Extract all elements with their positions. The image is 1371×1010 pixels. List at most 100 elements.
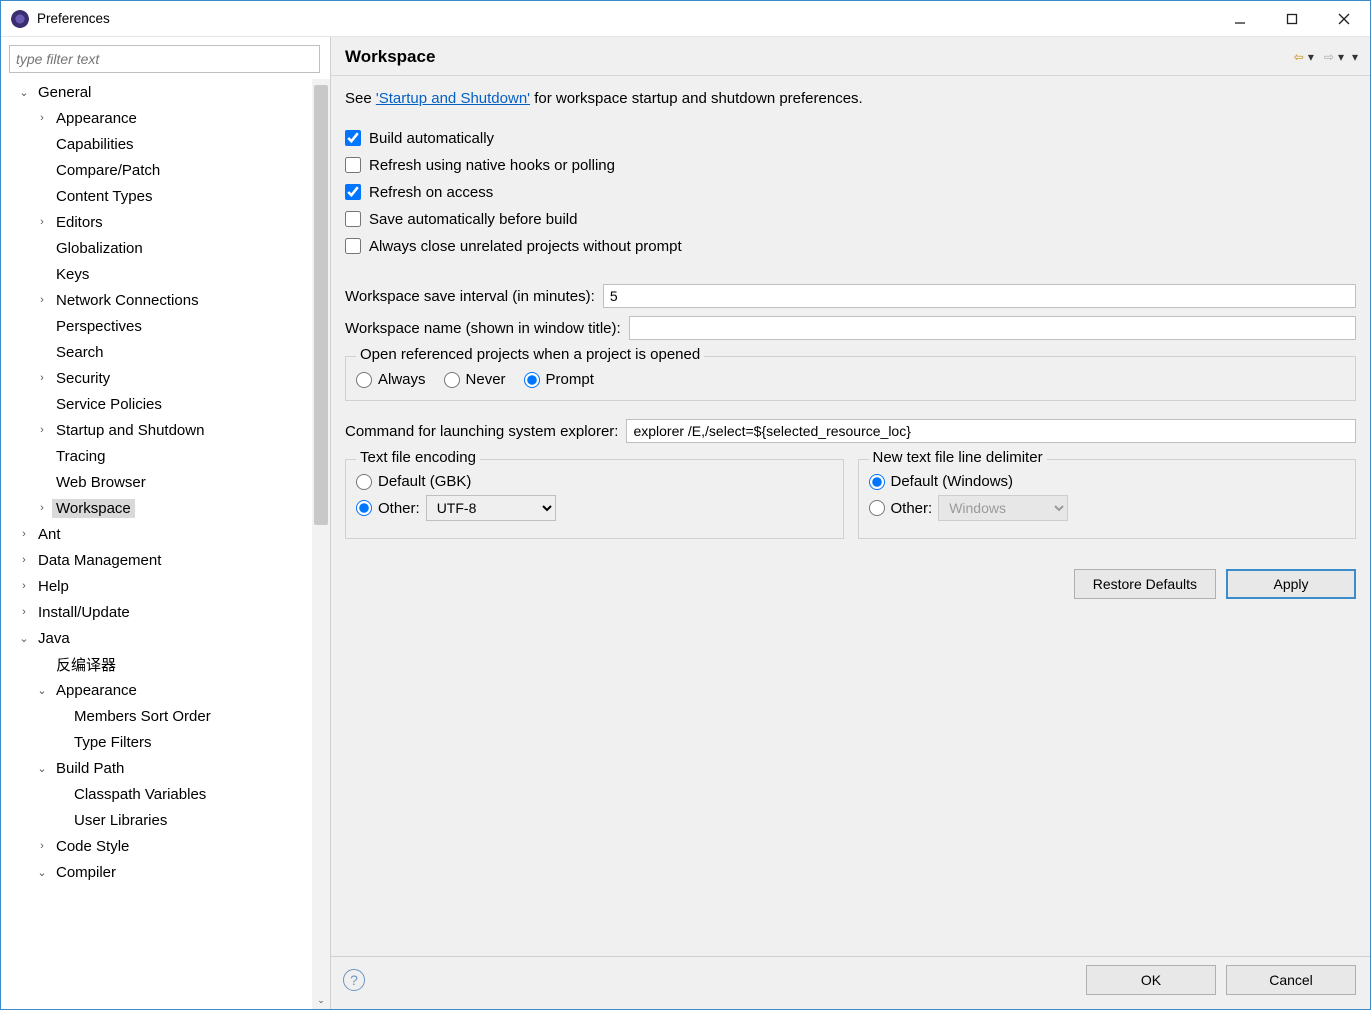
encoding-default-radio[interactable] xyxy=(356,474,372,490)
tree-caret-icon[interactable]: › xyxy=(17,554,31,566)
tree-caret-icon[interactable]: ⌄ xyxy=(17,632,31,645)
workspace-name-input[interactable] xyxy=(629,316,1356,340)
encoding-other-select[interactable]: UTF-8 xyxy=(426,495,556,521)
tree-item-web-browser[interactable]: Web Browser xyxy=(13,469,310,495)
tree-item-general[interactable]: ⌄General xyxy=(13,79,310,105)
tree-item-label: Appearance xyxy=(52,109,141,128)
tree-item-appearance[interactable]: ⌄Appearance xyxy=(13,677,310,703)
preferences-tree[interactable]: ⌄General›AppearanceCapabilitiesCompare/P… xyxy=(9,79,330,1009)
tree-item-java[interactable]: ⌄Java xyxy=(13,625,310,651)
tree-caret-icon[interactable]: › xyxy=(35,840,49,852)
back-icon[interactable]: ⇦ xyxy=(1294,50,1304,64)
tree-item-label: Java xyxy=(34,629,74,648)
open-ref-prompt-radio[interactable] xyxy=(524,372,540,388)
help-icon[interactable]: ? xyxy=(343,969,365,991)
apply-button[interactable]: Apply xyxy=(1226,569,1356,599)
tree-item--[interactable]: 反编译器 xyxy=(13,651,310,677)
tree-scrollbar[interactable]: ▲ ⌄ xyxy=(312,79,330,1009)
tree-item-network-connections[interactable]: ›Network Connections xyxy=(13,287,310,313)
tree-caret-icon[interactable]: ⌄ xyxy=(35,762,49,775)
encoding-group: Text file encoding Default (GBK) Other: … xyxy=(345,459,844,539)
encoding-other-radio[interactable] xyxy=(356,500,372,516)
tree-caret-icon[interactable]: › xyxy=(17,606,31,618)
tree-item-appearance[interactable]: ›Appearance xyxy=(13,105,310,131)
tree-caret-icon[interactable]: › xyxy=(35,502,49,514)
scroll-down-icon[interactable]: ⌄ xyxy=(312,991,330,1009)
tree-item-service-policies[interactable]: Service Policies xyxy=(13,391,310,417)
tree-item-compiler[interactable]: ⌄Compiler xyxy=(13,859,310,885)
intro-text: See 'Startup and Shutdown' for workspace… xyxy=(345,90,1356,107)
tree-item-label: Help xyxy=(34,577,73,596)
ok-button[interactable]: OK xyxy=(1086,965,1216,995)
tree-caret-icon[interactable]: › xyxy=(35,216,49,228)
build-automatically-checkbox[interactable] xyxy=(345,130,361,146)
tree-item-security[interactable]: ›Security xyxy=(13,365,310,391)
tree-item-classpath-variables[interactable]: Classpath Variables xyxy=(13,781,310,807)
tree-item-label: Web Browser xyxy=(52,473,150,492)
tree-item-install-update[interactable]: ›Install/Update xyxy=(13,599,310,625)
tree-item-code-style[interactable]: ›Code Style xyxy=(13,833,310,859)
tree-item-workspace[interactable]: ›Workspace xyxy=(13,495,310,521)
forward-icon[interactable]: ⇨ xyxy=(1324,50,1334,64)
tree-caret-icon[interactable]: › xyxy=(35,372,49,384)
tree-item-search[interactable]: Search xyxy=(13,339,310,365)
delimiter-other-radio[interactable] xyxy=(869,500,885,516)
tree-caret-icon[interactable]: › xyxy=(35,112,49,124)
page-menu-icon[interactable]: ▾ xyxy=(1352,50,1358,64)
tree-item-members-sort-order[interactable]: Members Sort Order xyxy=(13,703,310,729)
tree-item-label: Appearance xyxy=(52,681,141,700)
tree-caret-icon[interactable]: › xyxy=(17,580,31,592)
tree-item-compare-patch[interactable]: Compare/Patch xyxy=(13,157,310,183)
tree-item-perspectives[interactable]: Perspectives xyxy=(13,313,310,339)
tree-item-type-filters[interactable]: Type Filters xyxy=(13,729,310,755)
page-buttons: Restore Defaults Apply xyxy=(345,539,1356,609)
tree-item-data-management[interactable]: ›Data Management xyxy=(13,547,310,573)
save-interval-input[interactable] xyxy=(603,284,1356,308)
close-button[interactable] xyxy=(1318,1,1370,37)
maximize-button[interactable] xyxy=(1266,1,1318,37)
tree-caret-icon[interactable]: › xyxy=(35,294,49,306)
back-menu-icon[interactable]: ▾ xyxy=(1308,50,1314,64)
tree-item-help[interactable]: ›Help xyxy=(13,573,310,599)
tree-item-ant[interactable]: ›Ant xyxy=(13,521,310,547)
refresh-native-checkbox[interactable] xyxy=(345,157,361,173)
tree-item-user-libraries[interactable]: User Libraries xyxy=(13,807,310,833)
tree-item-label: Keys xyxy=(52,265,93,284)
tree-item-label: Install/Update xyxy=(34,603,134,622)
tree-caret-icon[interactable]: ⌄ xyxy=(35,866,49,879)
delimiter-default-radio[interactable] xyxy=(869,474,885,490)
tree-item-keys[interactable]: Keys xyxy=(13,261,310,287)
save-before-build-checkbox[interactable] xyxy=(345,211,361,227)
tree-item-capabilities[interactable]: Capabilities xyxy=(13,131,310,157)
dialog-body: ⌄General›AppearanceCapabilitiesCompare/P… xyxy=(1,37,1370,1009)
startup-shutdown-link[interactable]: 'Startup and Shutdown' xyxy=(376,90,530,107)
tree-caret-icon[interactable]: › xyxy=(35,424,49,436)
tree-item-label: Security xyxy=(52,369,114,388)
explorer-cmd-input[interactable] xyxy=(626,419,1356,443)
tree-item-startup-and-shutdown[interactable]: ›Startup and Shutdown xyxy=(13,417,310,443)
scrollbar-thumb[interactable] xyxy=(314,85,328,525)
open-ref-never-radio[interactable] xyxy=(444,372,460,388)
tree-item-label: Classpath Variables xyxy=(70,785,210,804)
tree-item-label: Build Path xyxy=(52,759,128,778)
cancel-button[interactable]: Cancel xyxy=(1226,965,1356,995)
tree-caret-icon[interactable]: › xyxy=(17,528,31,540)
forward-menu-icon[interactable]: ▾ xyxy=(1338,50,1344,64)
tree-item-tracing[interactable]: Tracing xyxy=(13,443,310,469)
page-header: Workspace ⇦ ▾ ⇨ ▾ ▾ xyxy=(331,37,1370,76)
tree-item-label: Tracing xyxy=(52,447,109,466)
tree-caret-icon[interactable]: ⌄ xyxy=(17,86,31,99)
restore-defaults-button[interactable]: Restore Defaults xyxy=(1074,569,1216,599)
sidebar: ⌄General›AppearanceCapabilitiesCompare/P… xyxy=(1,37,331,1009)
close-unrelated-checkbox[interactable] xyxy=(345,238,361,254)
tree-item-editors[interactable]: ›Editors xyxy=(13,209,310,235)
tree-caret-icon[interactable]: ⌄ xyxy=(35,684,49,697)
filter-input[interactable] xyxy=(9,45,320,73)
minimize-button[interactable] xyxy=(1214,1,1266,37)
tree-item-globalization[interactable]: Globalization xyxy=(13,235,310,261)
tree-item-build-path[interactable]: ⌄Build Path xyxy=(13,755,310,781)
open-ref-always-radio[interactable] xyxy=(356,372,372,388)
refresh-access-checkbox[interactable] xyxy=(345,184,361,200)
tree-item-content-types[interactable]: Content Types xyxy=(13,183,310,209)
delimiter-other-select[interactable]: Windows xyxy=(938,495,1068,521)
